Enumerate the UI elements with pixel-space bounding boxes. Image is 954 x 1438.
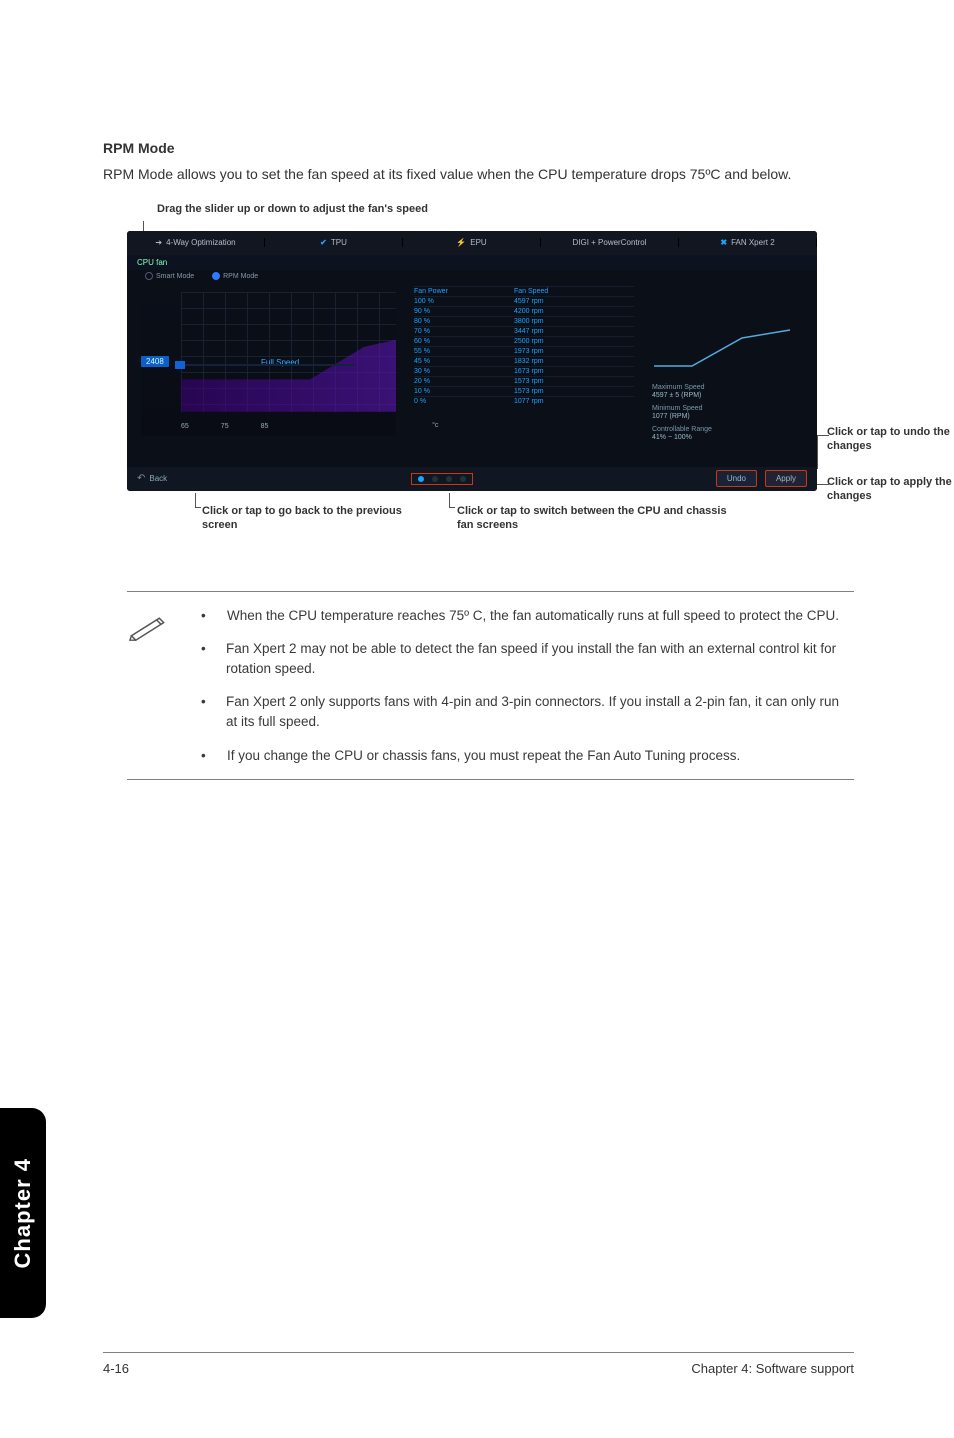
screen-pager[interactable] bbox=[411, 473, 473, 485]
mode-smart[interactable]: Smart Mode bbox=[145, 272, 194, 280]
table-row: 55 %1973 rpm bbox=[414, 346, 634, 356]
note-item: •If you change the CPU or chassis fans, … bbox=[201, 746, 844, 766]
note-block: •When the CPU temperature reaches 75º C,… bbox=[127, 591, 854, 780]
table-row: 90 %4200 rpm bbox=[414, 306, 634, 316]
tab-tpu[interactable]: ✔ TPU bbox=[265, 238, 403, 247]
table-row: 100 %4597 rpm bbox=[414, 296, 634, 306]
page-number: 4-16 bbox=[103, 1361, 129, 1376]
tick: 65 bbox=[181, 423, 189, 430]
annotation-undo: Click or tap to undo the changes bbox=[827, 426, 954, 454]
tab-label: DIGI + PowerControl bbox=[572, 238, 646, 247]
page-footer: 4-16 Chapter 4: Software support bbox=[103, 1352, 854, 1376]
tab-fanxpert[interactable]: ✖ FAN Xpert 2 bbox=[679, 238, 817, 247]
note-text: When the CPU temperature reaches 75º C, … bbox=[227, 606, 839, 626]
chapter-tab: Chapter 4 bbox=[0, 1108, 46, 1318]
dot-icon[interactable] bbox=[418, 476, 424, 482]
tab-digi[interactable]: DIGI + PowerControl bbox=[541, 238, 679, 247]
annotation-apply: Click or tap to apply the changes bbox=[827, 476, 954, 504]
note-item: •When the CPU temperature reaches 75º C,… bbox=[201, 606, 844, 626]
table-row: 60 %2500 rpm bbox=[414, 336, 634, 346]
rpm-slider[interactable]: 2408 bbox=[141, 356, 169, 366]
table-row: 30 %1673 rpm bbox=[414, 366, 634, 376]
mode-rpm[interactable]: RPM Mode bbox=[212, 272, 258, 280]
tick: 85 bbox=[261, 423, 269, 430]
table-row: 45 %1832 rpm bbox=[414, 356, 634, 366]
back-arrow-icon: ↶ bbox=[137, 473, 145, 484]
tab-epu[interactable]: ⚡ EPU bbox=[403, 238, 541, 247]
x-axis: 65 75 85 °c bbox=[181, 423, 268, 430]
table-row: 70 %3447 rpm bbox=[414, 326, 634, 336]
note-text: Fan Xpert 2 only supports fans with 4-pi… bbox=[226, 692, 844, 731]
mode-row: Smart Mode RPM Mode bbox=[127, 270, 817, 286]
col-header: Fan Speed bbox=[514, 288, 594, 295]
slider-value: 2408 bbox=[141, 356, 169, 367]
fan-table: Fan Power Fan Speed 100 %4597 rpm 90 %42… bbox=[414, 286, 634, 447]
slider-thumb-icon[interactable] bbox=[175, 361, 185, 369]
section-body: RPM Mode allows you to set the fan speed… bbox=[103, 164, 854, 185]
x-icon: ✖ bbox=[720, 238, 727, 247]
info-panel: Maximum Speed 4597 ± 5 (RPM) Minimum Spe… bbox=[652, 286, 802, 447]
annotation-back: Click or tap to go back to the previous … bbox=[202, 505, 422, 533]
arrow-icon: ➔ bbox=[155, 238, 162, 247]
tab-label: EPU bbox=[470, 238, 486, 247]
annotation-switch: Click or tap to switch between the CPU a… bbox=[457, 505, 737, 533]
table-row: 10 %1573 rpm bbox=[414, 386, 634, 396]
table-header: Fan Power Fan Speed bbox=[414, 286, 634, 296]
info-value: 4597 ± 5 (RPM) bbox=[652, 392, 802, 399]
pencil-note-icon bbox=[127, 606, 173, 765]
radio-on-icon bbox=[212, 272, 220, 280]
table-row: 0 %1077 rpm bbox=[414, 396, 634, 406]
table-row: 80 %3800 rpm bbox=[414, 316, 634, 326]
back-label: Back bbox=[149, 474, 167, 483]
tick: 75 bbox=[221, 423, 229, 430]
mode-label: RPM Mode bbox=[223, 273, 258, 280]
fan-graph[interactable]: Full Speed 2408 65 75 85 °c bbox=[141, 286, 396, 436]
annotation-top: Drag the slider up or down to adjust the… bbox=[157, 203, 854, 217]
undo-button[interactable]: Undo bbox=[716, 470, 757, 487]
tab-label: TPU bbox=[331, 238, 347, 247]
section-title: RPM Mode bbox=[103, 140, 854, 156]
sub-title: CPU fan bbox=[127, 255, 817, 270]
bolt-icon: ⚡ bbox=[456, 238, 466, 247]
dot-icon[interactable] bbox=[446, 476, 452, 482]
dot-icon[interactable] bbox=[460, 476, 466, 482]
apply-button[interactable]: Apply bbox=[765, 470, 807, 487]
tab-label: FAN Xpert 2 bbox=[731, 238, 775, 247]
table-row: 20 %1573 rpm bbox=[414, 376, 634, 386]
info-label: Minimum Speed bbox=[652, 405, 802, 412]
info-value: 1077 (RPM) bbox=[652, 413, 802, 420]
annotation-top-leader bbox=[143, 221, 854, 231]
col-header: Fan Power bbox=[414, 288, 514, 295]
footer-title: Chapter 4: Software support bbox=[691, 1361, 854, 1376]
tab-4way[interactable]: ➔ 4-Way Optimization bbox=[127, 238, 265, 247]
check-icon: ✔ bbox=[320, 238, 327, 247]
mode-label: Smart Mode bbox=[156, 273, 194, 280]
dot-icon[interactable] bbox=[432, 476, 438, 482]
info-value: 41% ~ 100% bbox=[652, 434, 802, 441]
radio-off-icon bbox=[145, 272, 153, 280]
note-item: •Fan Xpert 2 may not be able to detect t… bbox=[201, 639, 844, 678]
back-button[interactable]: ↶ Back bbox=[137, 473, 167, 484]
tab-label: 4-Way Optimization bbox=[166, 238, 236, 247]
info-label: Maximum Speed bbox=[652, 384, 802, 391]
info-label: Controllable Range bbox=[652, 426, 802, 433]
bottom-bar: ↶ Back Undo Apply bbox=[127, 467, 817, 491]
screenshot-panel: ➔ 4-Way Optimization ✔ TPU ⚡ EPU DIGI + Pow… bbox=[127, 231, 817, 491]
mini-curve bbox=[652, 326, 802, 376]
note-item: •Fan Xpert 2 only supports fans with 4-p… bbox=[201, 692, 844, 731]
note-text: Fan Xpert 2 may not be able to detect th… bbox=[226, 639, 844, 678]
unit: °c bbox=[432, 422, 438, 429]
tab-bar: ➔ 4-Way Optimization ✔ TPU ⚡ EPU DIGI + Pow… bbox=[127, 231, 817, 255]
chapter-tab-label: Chapter 4 bbox=[10, 1158, 36, 1268]
note-text: If you change the CPU or chassis fans, y… bbox=[227, 746, 740, 766]
